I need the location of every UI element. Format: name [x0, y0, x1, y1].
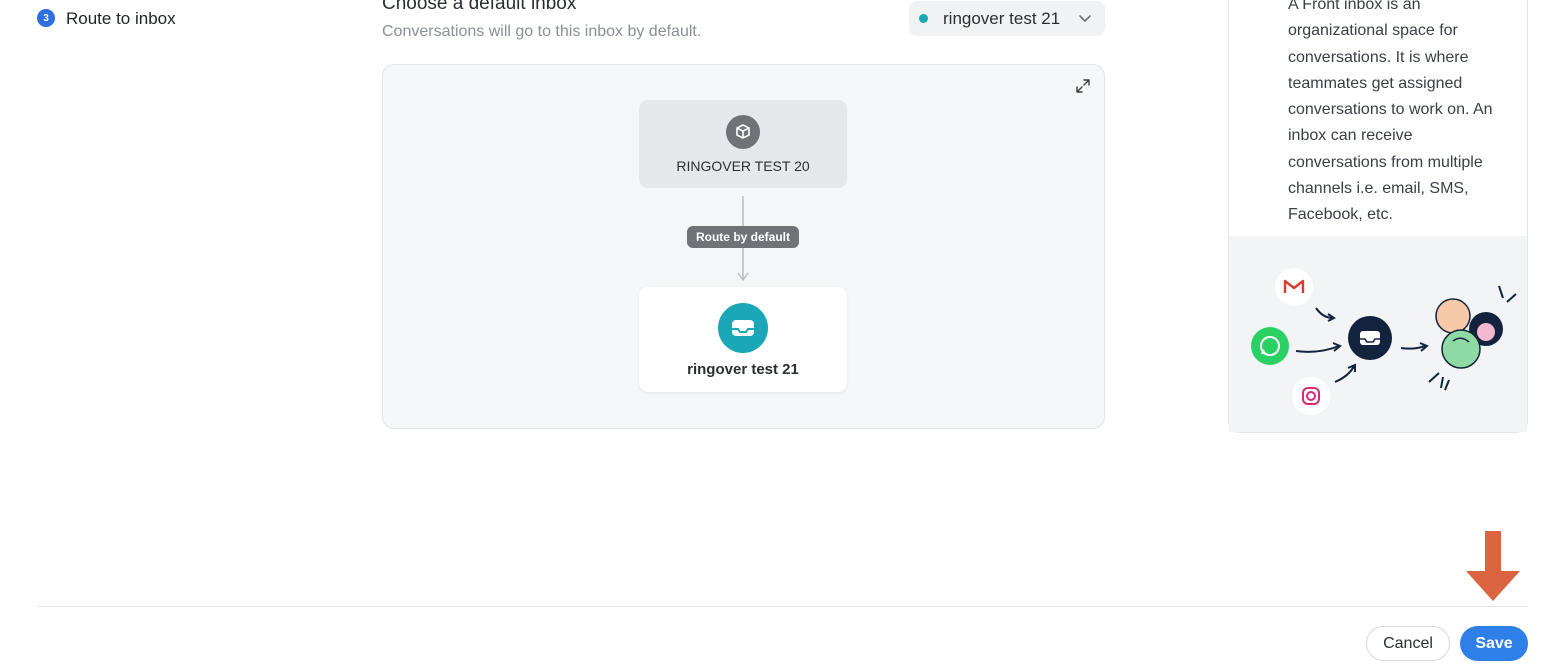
annotation-arrow-down-icon	[1466, 531, 1520, 601]
save-button[interactable]: Save	[1460, 626, 1528, 661]
instagram-icon	[1292, 377, 1330, 415]
inbox-select-value: ringover test 21	[943, 8, 1061, 28]
route-by-default-label: Route by default	[687, 226, 799, 248]
package-icon	[726, 115, 760, 149]
inbox-icon	[718, 303, 768, 353]
footer-divider	[37, 606, 1528, 607]
gmail-icon	[1275, 268, 1313, 306]
step-number-badge: 3	[37, 9, 55, 27]
default-inbox-select[interactable]: ringover test 21	[909, 1, 1105, 36]
cancel-button[interactable]: Cancel	[1366, 626, 1450, 661]
step-label[interactable]: Route to inbox	[66, 9, 176, 29]
front-inbox-icon	[1348, 316, 1392, 360]
whatsapp-icon	[1251, 327, 1289, 365]
teammates-illustration	[1435, 298, 1503, 369]
expand-icon[interactable]	[1075, 78, 1091, 94]
channels-illustration	[1229, 236, 1527, 432]
destination-node-label: ringover test 21	[687, 361, 799, 378]
section-title: Choose a default inbox	[382, 0, 577, 14]
inbox-status-dot	[919, 14, 928, 23]
chevron-down-icon	[1079, 15, 1091, 22]
section-subtitle: Conversations will go to this inbox by d…	[382, 23, 702, 40]
source-node-label: RINGOVER TEST 20	[676, 158, 810, 174]
help-description: A Front inbox is an organizational space…	[1288, 0, 1493, 224]
